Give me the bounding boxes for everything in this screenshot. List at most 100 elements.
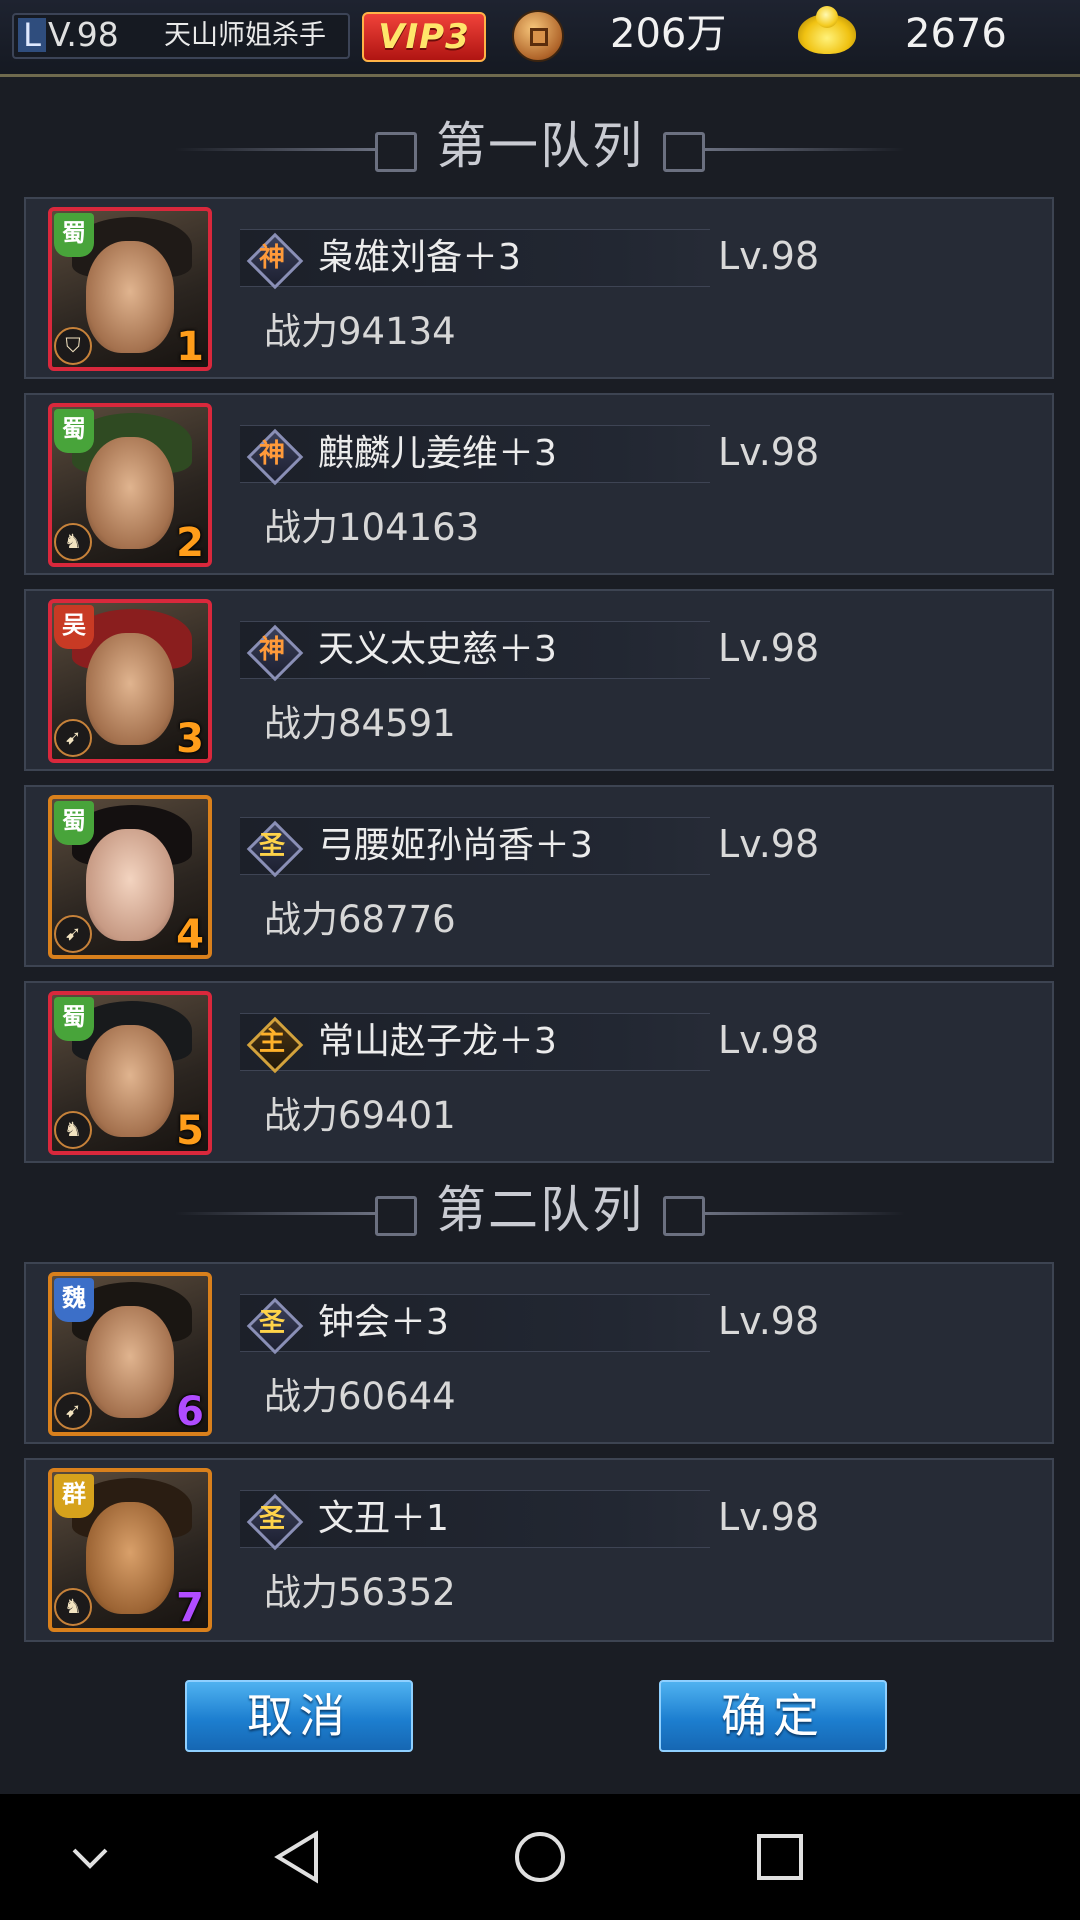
hero-name-bar: 神 天义太史慈＋3 xyxy=(240,621,710,682)
hero-name: 枭雄刘备＋3 xyxy=(318,237,521,278)
ornament-icon xyxy=(663,132,705,172)
hero-row[interactable]: 蜀 ♞ 5 主 常山赵子龙＋3 Lv.98 战力69401 xyxy=(24,981,1054,1163)
rank-glyph: 圣 xyxy=(258,1308,285,1338)
rank-badge-icon: 主 xyxy=(246,1016,304,1074)
recent-apps-icon[interactable] xyxy=(740,1822,820,1892)
hero-power: 战力69401 xyxy=(264,1094,456,1137)
faction-badge: 蜀 xyxy=(54,997,94,1041)
hero-level: Lv.98 xyxy=(718,430,820,474)
rank-badge-icon: 神 xyxy=(246,428,304,486)
hero-name: 麒麟儿姜维＋3 xyxy=(318,433,557,474)
faction-badge: 蜀 xyxy=(54,409,94,453)
hero-name: 天义太史慈＋3 xyxy=(318,629,557,670)
hero-level: Lv.98 xyxy=(718,822,820,866)
rank-glyph: 圣 xyxy=(258,831,285,861)
rank-badge-icon: 神 xyxy=(246,232,304,290)
divider-line xyxy=(705,1212,905,1215)
hero-portrait[interactable]: 蜀 ⛉ 1 xyxy=(48,207,212,371)
rank-glyph: 主 xyxy=(258,1027,285,1057)
portrait-face xyxy=(86,1502,174,1614)
shield-icon: ⛉ xyxy=(54,327,92,365)
hero-power: 战力84591 xyxy=(264,702,456,745)
hero-portrait[interactable]: 魏 ➹ 6 xyxy=(48,1272,212,1436)
rank-badge-icon: 神 xyxy=(246,624,304,682)
hero-name: 文丑＋1 xyxy=(318,1498,449,1539)
gold-amount: 2676 xyxy=(905,11,1007,57)
portrait-face xyxy=(86,633,174,745)
hero-portrait[interactable]: 蜀 ♞ 2 xyxy=(48,403,212,567)
slot-number: 5 xyxy=(176,1108,204,1154)
hero-row[interactable]: 吴 ➹ 3 神 天义太史慈＋3 Lv.98 战力84591 xyxy=(24,589,1054,771)
divider-line xyxy=(705,148,905,151)
hero-level: Lv.98 xyxy=(718,234,820,278)
player-level: V.98 xyxy=(48,15,119,54)
rank-badge-icon: 圣 xyxy=(246,820,304,878)
faction-badge: 魏 xyxy=(54,1278,94,1322)
slot-number: 1 xyxy=(176,324,204,370)
hero-name: 钟会＋3 xyxy=(318,1302,449,1343)
faction-badge: 蜀 xyxy=(54,213,94,257)
chevron-down-icon[interactable] xyxy=(50,1822,130,1892)
faction-badge: 蜀 xyxy=(54,801,94,845)
hero-level: Lv.98 xyxy=(718,1018,820,1062)
slot-number: 4 xyxy=(176,912,204,958)
hero-row[interactable]: 群 ♞ 7 圣 文丑＋1 Lv.98 战力56352 xyxy=(24,1458,1054,1642)
faction-badge: 吴 xyxy=(54,605,94,649)
section-header-first-queue: 第一队列 xyxy=(170,108,910,188)
copper-coin-icon xyxy=(512,10,564,62)
hero-portrait[interactable]: 蜀 ♞ 5 xyxy=(48,991,212,1155)
rank-glyph: 神 xyxy=(258,439,285,469)
hero-row[interactable]: 蜀 ⛉ 1 神 枭雄刘备＋3 Lv.98 战力94134 xyxy=(24,197,1054,379)
hero-row[interactable]: 蜀 ♞ 2 神 麒麟儿姜维＋3 Lv.98 战力104163 xyxy=(24,393,1054,575)
hero-row[interactable]: 蜀 ➹ 4 圣 弓腰姬孙尚香＋3 Lv.98 战力68776 xyxy=(24,785,1054,967)
hero-name-bar: 主 常山赵子龙＋3 xyxy=(240,1013,710,1074)
horse-icon: ♞ xyxy=(54,1111,92,1149)
section-header-second-queue: 第二队列 xyxy=(170,1172,910,1252)
confirm-button[interactable]: 确定 xyxy=(659,1680,887,1752)
hero-power: 战力104163 xyxy=(264,506,480,549)
vip-badge[interactable]: VIP3 xyxy=(362,12,486,62)
gold-ingot-icon xyxy=(798,6,856,54)
faction-badge: 群 xyxy=(54,1474,94,1518)
portrait-face xyxy=(86,437,174,549)
slot-number: 6 xyxy=(176,1389,204,1435)
hero-name: 弓腰姬孙尚香＋3 xyxy=(318,825,593,866)
slot-number: 7 xyxy=(176,1585,204,1631)
rank-badge-icon: 圣 xyxy=(246,1297,304,1355)
section-title: 第一队列 xyxy=(436,117,644,175)
hero-name-bar: 圣 弓腰姬孙尚香＋3 xyxy=(240,817,710,878)
bow-icon: ➹ xyxy=(54,915,92,953)
slot-number: 3 xyxy=(176,716,204,762)
hero-power: 战力68776 xyxy=(264,898,456,941)
hero-power: 战力56352 xyxy=(264,1571,456,1614)
horse-icon: ♞ xyxy=(54,523,92,561)
cancel-button[interactable]: 取消 xyxy=(185,1680,413,1752)
player-level-box[interactable]: L V.98 天山师姐杀手 xyxy=(12,13,350,59)
hero-portrait[interactable]: 吴 ➹ 3 xyxy=(48,599,212,763)
slot-number: 2 xyxy=(176,520,204,566)
hero-portrait[interactable]: 群 ♞ 7 xyxy=(48,1468,212,1632)
hero-name-bar: 神 麒麟儿姜维＋3 xyxy=(240,425,710,486)
bow-icon: ➹ xyxy=(54,719,92,757)
hero-level: Lv.98 xyxy=(718,1495,820,1539)
hero-name: 常山赵子龙＋3 xyxy=(318,1021,557,1062)
copper-amount: 206万 xyxy=(610,11,727,57)
hero-level: Lv.98 xyxy=(718,626,820,670)
portrait-face xyxy=(86,241,174,353)
ornament-icon xyxy=(663,1196,705,1236)
player-name: 天山师姐杀手 xyxy=(164,20,326,51)
portrait-face xyxy=(86,829,174,941)
hero-portrait[interactable]: 蜀 ➹ 4 xyxy=(48,795,212,959)
bow-icon: ➹ xyxy=(54,1392,92,1430)
home-icon[interactable] xyxy=(500,1822,580,1892)
hero-name-bar: 圣 文丑＋1 xyxy=(240,1490,710,1551)
portrait-face xyxy=(86,1306,174,1418)
rank-glyph: 神 xyxy=(258,635,285,665)
level-letter: L xyxy=(18,18,46,52)
back-icon[interactable] xyxy=(260,1822,340,1892)
system-nav-bar xyxy=(0,1794,1080,1920)
hero-row[interactable]: 魏 ➹ 6 圣 钟会＋3 Lv.98 战力60644 xyxy=(24,1262,1054,1444)
rank-glyph: 神 xyxy=(258,243,285,273)
hero-name-bar: 神 枭雄刘备＋3 xyxy=(240,229,710,290)
horse-icon: ♞ xyxy=(54,1588,92,1626)
